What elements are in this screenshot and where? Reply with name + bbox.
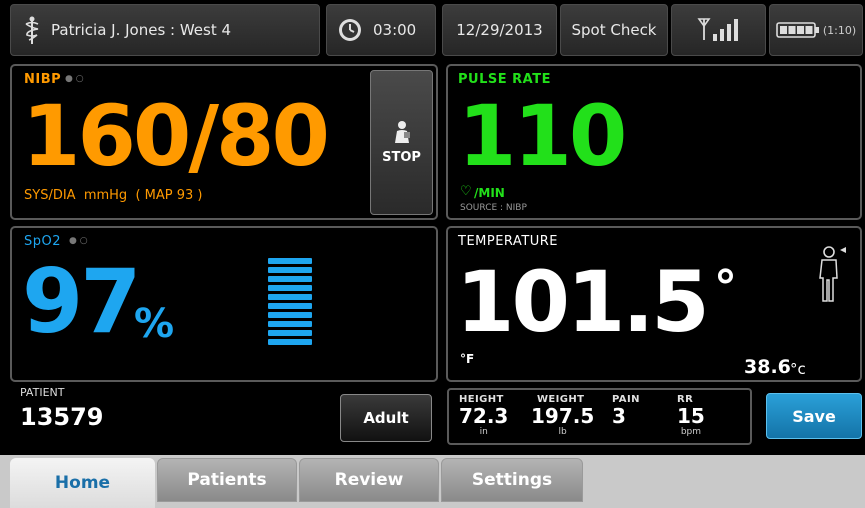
stop-label: STOP bbox=[382, 150, 421, 165]
patient-type-label: Adult bbox=[363, 409, 409, 427]
heart-icon: ♡ bbox=[460, 184, 472, 199]
tab-home[interactable]: Home bbox=[10, 458, 155, 508]
amplitude-segment bbox=[268, 330, 312, 336]
interval-timer[interactable]: 03:00 bbox=[326, 4, 436, 56]
rr-field[interactable]: RR 15 bpm bbox=[677, 394, 705, 437]
amplitude-segment bbox=[268, 312, 312, 318]
tab-patients-label: Patients bbox=[187, 470, 267, 490]
pulse-rate-value: 110 bbox=[458, 87, 627, 185]
pulse-rate-panel[interactable]: PULSE RATE 110 ♡ /MIN SOURCE : NIBP bbox=[446, 64, 862, 220]
patient-banner[interactable]: Patricia J. Jones : West 4 bbox=[10, 4, 320, 56]
nibp-value: 160/80 bbox=[22, 87, 330, 185]
tab-patients[interactable]: Patients bbox=[157, 458, 297, 502]
caduceus-icon bbox=[23, 15, 41, 45]
timer-value: 03:00 bbox=[373, 21, 417, 39]
pain-value: 3 bbox=[612, 404, 626, 428]
save-label: Save bbox=[792, 406, 836, 426]
temperature-celsius: 38.6 bbox=[744, 356, 791, 378]
pain-field[interactable]: PAIN 3 bbox=[612, 394, 640, 427]
weight-value: 197.5 bbox=[531, 404, 595, 428]
save-button[interactable]: Save bbox=[766, 393, 862, 439]
signal-status[interactable] bbox=[671, 4, 766, 56]
pulse-rate-label: PULSE RATE bbox=[458, 72, 551, 87]
pulse-amplitude-bar bbox=[268, 258, 312, 346]
height-value: 72.3 bbox=[459, 404, 509, 428]
date-value: 12/29/2013 bbox=[456, 21, 543, 39]
patient-figure-icon bbox=[818, 244, 848, 304]
tab-settings[interactable]: Settings bbox=[441, 458, 583, 502]
temperature-panel[interactable]: TEMPERATURE 101.5 ° °F 38.6 °c bbox=[446, 226, 862, 382]
weight-field[interactable]: WEIGHT 197.5 lb bbox=[531, 394, 594, 437]
date-display[interactable]: 12/29/2013 bbox=[442, 4, 557, 56]
temperature-label: TEMPERATURE bbox=[458, 234, 559, 249]
height-field[interactable]: HEIGHT 72.3 in bbox=[459, 394, 508, 437]
temperature-value: 101.5 bbox=[456, 253, 710, 351]
battery-icon bbox=[776, 21, 820, 39]
mode-value: Spot Check bbox=[571, 21, 657, 39]
tab-home-label: Home bbox=[54, 473, 111, 493]
amplitude-segment bbox=[268, 285, 312, 291]
spo2-panel[interactable]: SpO2 ● ○ 97 % bbox=[10, 226, 438, 382]
nibp-page-dots: ● ○ bbox=[65, 74, 84, 84]
spo2-value: 97 bbox=[22, 250, 141, 353]
nibp-stop-button[interactable]: STOP bbox=[370, 70, 433, 215]
rr-unit: bpm bbox=[680, 427, 702, 437]
temperature-unit-c: °c bbox=[790, 360, 806, 378]
amplitude-segment bbox=[268, 339, 312, 345]
pulse-source: SOURCE : NIBP bbox=[460, 203, 527, 213]
patient-label: PATIENT bbox=[20, 386, 65, 399]
cuff-person-icon bbox=[390, 120, 414, 144]
spo2-label: SpO2 bbox=[24, 234, 62, 249]
nibp-units: SYS/DIA mmHg ( MAP 93 ) bbox=[24, 188, 203, 203]
profile-mode[interactable]: Spot Check bbox=[560, 4, 668, 56]
nibp-label: NIBP bbox=[24, 72, 62, 87]
height-unit: in bbox=[479, 427, 488, 437]
battery-status[interactable]: (1:10) bbox=[769, 4, 863, 56]
temperature-unit-f: °F bbox=[460, 352, 475, 366]
spo2-unit: % bbox=[134, 301, 175, 347]
amplitude-segment bbox=[268, 294, 312, 300]
amplitude-segment bbox=[268, 303, 312, 309]
temperature-degree: ° bbox=[714, 260, 737, 314]
clock-icon bbox=[337, 17, 363, 43]
rr-value: 15 bbox=[677, 404, 705, 428]
amplitude-segment bbox=[268, 276, 312, 282]
manual-parameters-panel[interactable]: HEIGHT 72.3 in WEIGHT 197.5 lb PAIN 3 RR… bbox=[447, 388, 752, 445]
patient-name-location: Patricia J. Jones : West 4 bbox=[51, 21, 232, 39]
patient-type-button[interactable]: Adult bbox=[340, 394, 432, 442]
tab-review-label: Review bbox=[334, 470, 404, 490]
patient-id[interactable]: 13579 bbox=[20, 403, 104, 431]
amplitude-segment bbox=[268, 258, 312, 264]
pulse-units: /MIN bbox=[474, 186, 505, 200]
signal-icon bbox=[695, 16, 743, 44]
battery-time: (1:10) bbox=[822, 23, 857, 37]
amplitude-segment bbox=[268, 321, 312, 327]
tab-review[interactable]: Review bbox=[299, 458, 439, 502]
amplitude-segment bbox=[268, 267, 312, 273]
header: Patricia J. Jones : West 4 03:00 12/29/2… bbox=[0, 0, 865, 60]
spo2-page-dots: ● ○ bbox=[69, 236, 88, 246]
weight-unit: lb bbox=[558, 427, 567, 437]
tab-settings-label: Settings bbox=[471, 470, 553, 490]
